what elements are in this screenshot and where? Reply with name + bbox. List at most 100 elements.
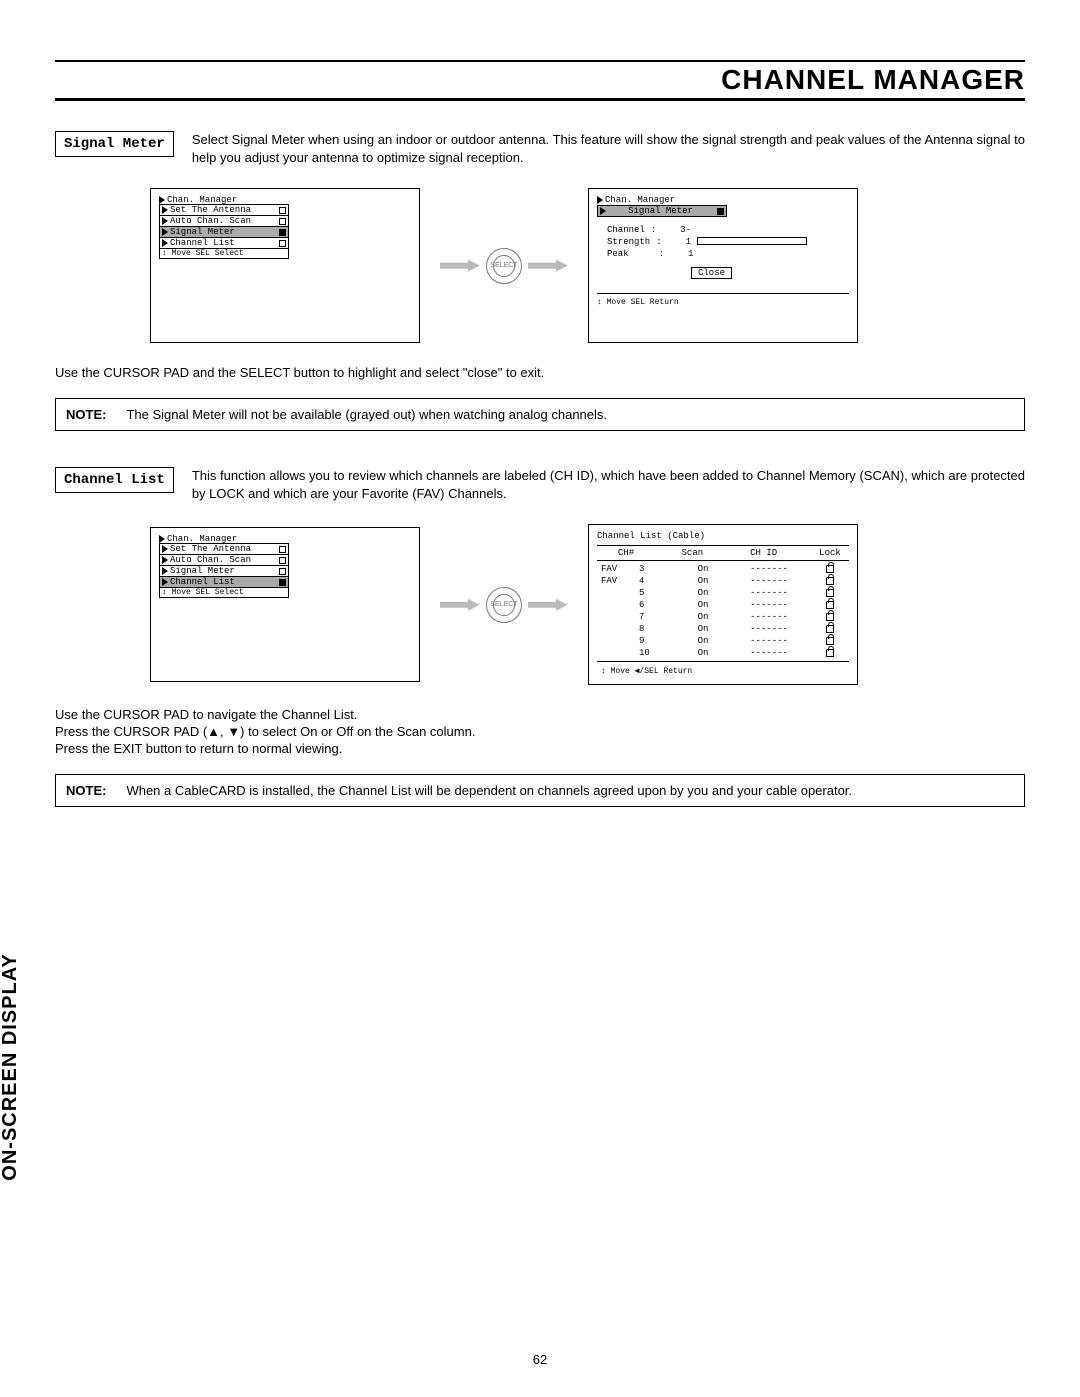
triangle-icon	[159, 535, 165, 543]
menu-item-label: Signal Meter	[170, 227, 235, 237]
cl-instr1: Use the CURSOR PAD to navigate the Chann…	[55, 707, 1025, 722]
ch-cell: 8	[639, 624, 667, 634]
ch-cell: 4	[639, 576, 667, 586]
indicator-icon	[279, 207, 286, 214]
strength-bar	[697, 237, 807, 245]
ch-cell: 5	[639, 588, 667, 598]
chid-cell: -------	[739, 612, 799, 622]
indicator-icon	[279, 557, 286, 564]
menu-item-label: Set The Antenna	[170, 205, 251, 215]
triangle-icon	[600, 207, 606, 215]
scan-cell: On	[683, 600, 723, 610]
note-label: NOTE:	[66, 783, 106, 798]
hdr-chid: CH ID	[734, 548, 794, 558]
triangle-icon	[162, 545, 168, 553]
page-number: 62	[0, 1352, 1080, 1367]
arrow-right-icon	[528, 260, 568, 272]
sm-hint: ↕ Move SEL Return	[597, 293, 849, 307]
menu-item-label: Set The Antenna	[170, 544, 251, 554]
chid-cell: -------	[739, 648, 799, 658]
close-button[interactable]: Close	[691, 267, 732, 279]
lock-icon	[826, 577, 834, 585]
note-text: The Signal Meter will not be available (…	[126, 407, 1014, 422]
scan-cell: On	[683, 576, 723, 586]
triangle-icon	[162, 578, 168, 586]
page-title: CHANNEL MANAGER	[721, 64, 1025, 95]
ch-cell: 6	[639, 600, 667, 610]
arrow-right-icon	[440, 599, 480, 611]
menu-item-label: Signal Meter	[170, 566, 235, 576]
lock-icon	[826, 649, 834, 657]
signal-meter-diagram: Chan. Manager Set The AntennaAuto Chan. …	[150, 188, 1025, 343]
fav-cell: FAV	[601, 564, 623, 574]
table-row[interactable]: FAV4On-------	[597, 575, 849, 587]
osd-menu-signal: Chan. Manager Set The AntennaAuto Chan. …	[150, 188, 420, 343]
chlist-title: Channel List (Cable)	[597, 531, 849, 541]
sm-note-box: NOTE: The Signal Meter will not be avail…	[55, 398, 1025, 431]
ch-cell: 3	[639, 564, 667, 574]
scan-cell: On	[683, 648, 723, 658]
sm-exit-text: Use the CURSOR PAD and the SELECT button…	[55, 365, 1025, 380]
channel-list-panel: Channel List (Cable) CH# Scan CH ID Lock…	[588, 524, 858, 685]
hdr-scan: Scan	[672, 548, 712, 558]
chid-cell: -------	[739, 600, 799, 610]
chlist-hint: ↕ Move ◀/SEL Return	[597, 664, 849, 678]
page-header: CHANNEL MANAGER	[55, 60, 1025, 101]
menu-item-label: Auto Chan. Scan	[170, 216, 251, 226]
triangle-icon	[162, 228, 168, 236]
table-row[interactable]: 9 On -------	[597, 635, 849, 647]
side-tab: ON-SCREEN DISPLAY	[0, 937, 22, 1197]
arrow-right-icon	[528, 599, 568, 611]
lock-icon	[826, 613, 834, 621]
strength-value: 1	[686, 237, 691, 247]
table-row[interactable]: 7 On -------	[597, 611, 849, 623]
note-label: NOTE:	[66, 407, 106, 422]
cl-note-box: NOTE: When a CableCARD is installed, the…	[55, 774, 1025, 807]
lock-icon	[826, 589, 834, 597]
note-text: When a CableCARD is installed, the Chann…	[126, 783, 1014, 798]
triangle-icon	[159, 196, 165, 204]
ch-cell: 7	[639, 612, 667, 622]
chid-cell: -------	[739, 588, 799, 598]
strength-label: Strength	[607, 237, 650, 247]
lock-icon	[826, 637, 834, 645]
lock-icon	[826, 625, 834, 633]
channel-value: 3-	[680, 225, 691, 235]
scan-cell: On	[683, 612, 723, 622]
osd-menu-title: Chan. Manager	[167, 534, 237, 544]
table-row[interactable]: 8On-------	[597, 623, 849, 635]
triangle-icon	[162, 239, 168, 247]
indicator-icon	[279, 218, 286, 225]
cl-instr3: Press the EXIT button to return to norma…	[55, 741, 1025, 756]
select-button-icon: SELECT	[486, 587, 522, 623]
channel-list-diagram: Chan. Manager Set The AntennaAuto Chan. …	[150, 524, 1025, 685]
channel-label: Channel	[607, 225, 645, 235]
peak-value: 1	[688, 249, 693, 259]
menu-item-label: Auto Chan. Scan	[170, 555, 251, 565]
arrow-right-icon	[440, 260, 480, 272]
osd-menu-chlist: Chan. Manager Set The AntennaAuto Chan. …	[150, 527, 420, 682]
channel-list-label: Channel List	[55, 467, 174, 493]
triangle-icon	[162, 567, 168, 575]
scan-cell: On	[683, 564, 723, 574]
signal-meter-panel: Chan. Manager Signal Meter Channel:3- St…	[588, 188, 858, 343]
table-row[interactable]: 10On-------	[597, 647, 849, 659]
triangle-icon	[162, 556, 168, 564]
indicator-icon	[279, 568, 286, 575]
indicator-icon	[717, 208, 724, 215]
scan-cell: On	[683, 636, 723, 646]
ch-cell: 9	[639, 636, 667, 646]
table-row[interactable]: FAV3On-------	[597, 563, 849, 575]
table-row[interactable]: 6 On -------	[597, 599, 849, 611]
scan-cell: On	[683, 588, 723, 598]
indicator-icon	[279, 229, 286, 236]
sm-result-subtitle: Signal Meter	[628, 206, 693, 216]
triangle-icon	[597, 196, 603, 204]
hdr-ch: CH#	[601, 548, 651, 558]
table-row[interactable]: 5 On -------	[597, 587, 849, 599]
lock-icon	[826, 565, 834, 573]
chid-cell: -------	[739, 624, 799, 634]
chid-cell: -------	[739, 636, 799, 646]
signal-meter-desc: Select Signal Meter when using an indoor…	[192, 131, 1025, 166]
indicator-icon	[279, 579, 286, 586]
